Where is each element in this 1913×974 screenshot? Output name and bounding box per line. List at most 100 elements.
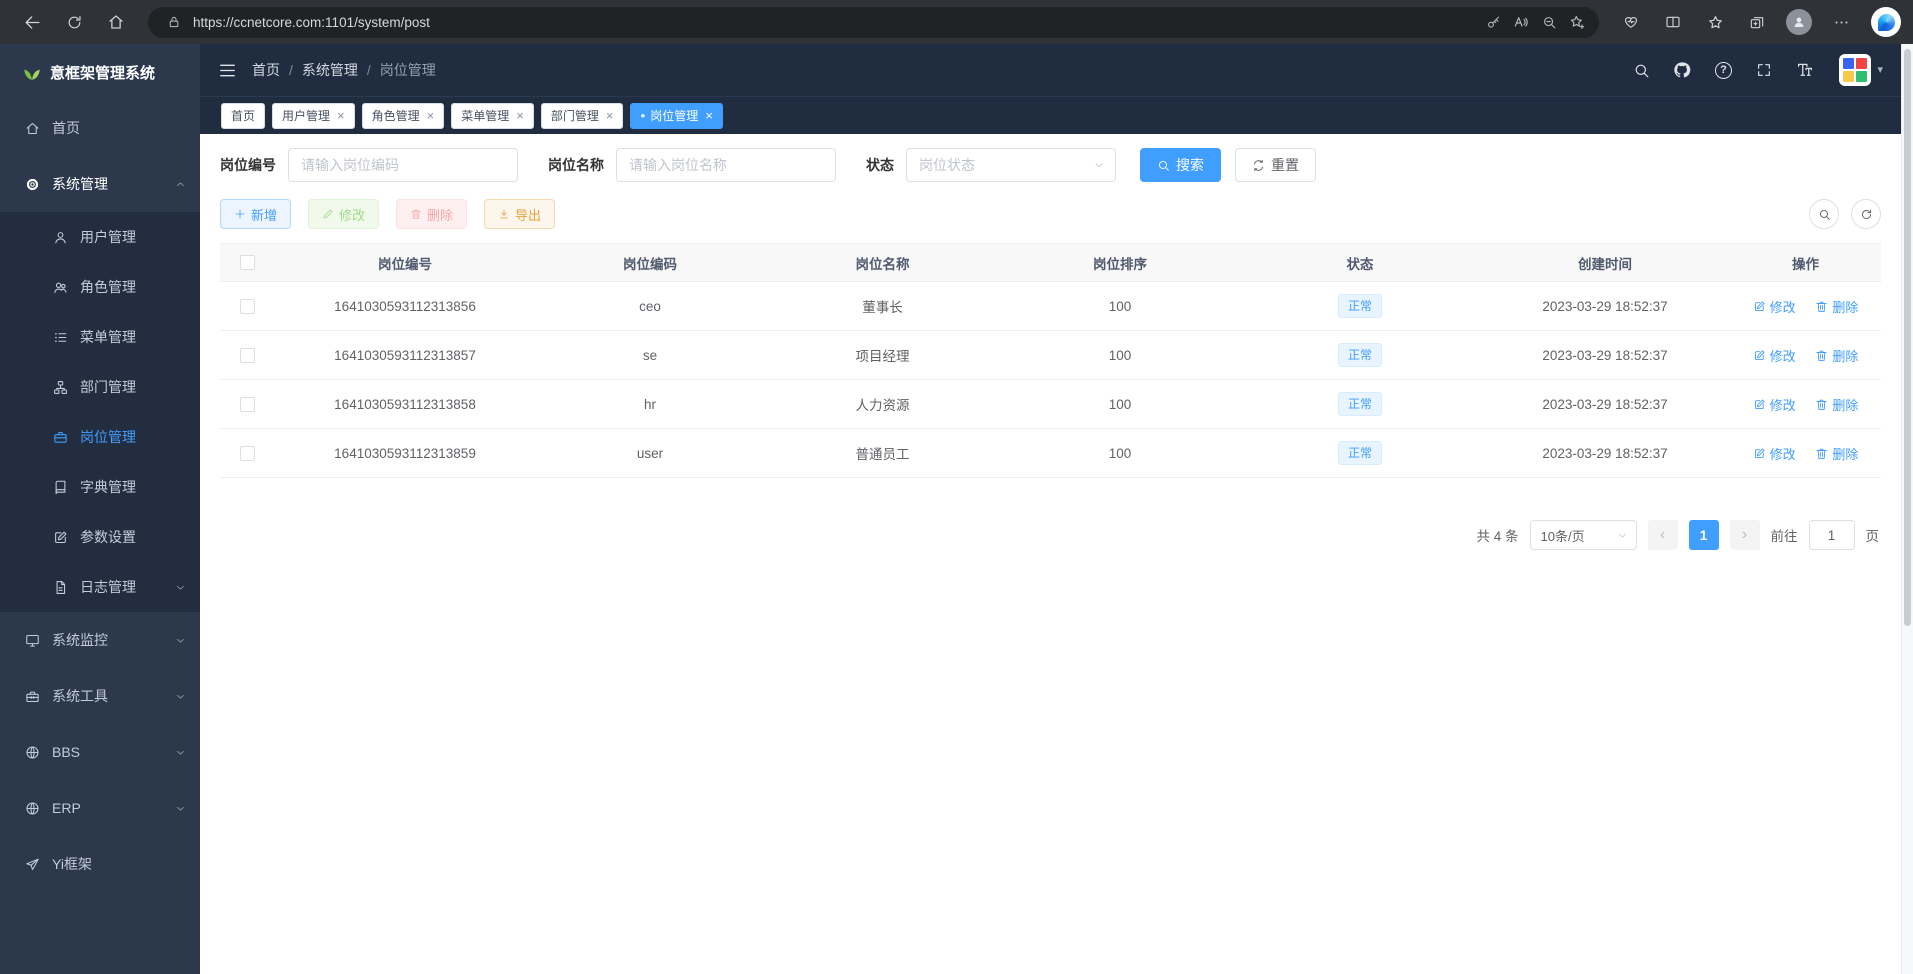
leaf-logo-icon — [24, 62, 40, 82]
status-select[interactable]: 岗位状态 — [906, 148, 1116, 182]
tab-menu-management[interactable]: 菜单管理× — [451, 103, 534, 129]
post-code-input[interactable] — [288, 148, 518, 182]
row-edit-link[interactable]: 修改 — [1753, 444, 1796, 463]
sidebar-item-user-management[interactable]: 用户管理 — [0, 212, 200, 262]
export-button[interactable]: 导出 — [484, 199, 555, 229]
tab-post-management[interactable]: ●岗位管理× — [630, 103, 722, 129]
post-name-input[interactable] — [616, 148, 836, 182]
edit-square-icon — [52, 530, 68, 545]
scrollbar-thumb[interactable] — [1904, 49, 1911, 626]
sidebar-item-menu-management[interactable]: 菜单管理 — [0, 312, 200, 362]
chevron-down-icon — [175, 691, 186, 702]
sidebar-item-system-management[interactable]: 系统管理 — [0, 156, 200, 212]
row-delete-link[interactable]: 删除 — [1815, 395, 1858, 414]
sidebar-item-home[interactable]: 首页 — [0, 100, 200, 156]
status-label: 状态 — [866, 155, 894, 175]
breadcrumb-separator: / — [367, 62, 371, 78]
add-button[interactable]: 新增 — [220, 199, 291, 229]
profile-avatar[interactable] — [1779, 4, 1819, 40]
delete-button[interactable]: 删除 — [396, 199, 467, 229]
col-post-code: 岗位编码 — [535, 244, 765, 282]
chevron-down-icon — [175, 803, 186, 814]
back-button[interactable] — [12, 4, 52, 40]
row-edit-link[interactable]: 修改 — [1753, 395, 1796, 414]
cell-name: 董事长 — [765, 282, 1000, 331]
cell-created: 2023-03-29 18:52:37 — [1480, 380, 1730, 429]
favorite-star-icon[interactable] — [1563, 9, 1591, 35]
table-row: 1641030593112313857 se 项目经理 100 正常 2023-… — [220, 331, 1881, 380]
more-icon[interactable] — [1821, 4, 1861, 40]
filter-form: 岗位编号 岗位名称 状态 岗位状态 搜索 — [220, 148, 1881, 182]
briefcase-icon — [52, 430, 68, 445]
collections-icon[interactable] — [1737, 4, 1777, 40]
tab-dept-management[interactable]: 部门管理× — [541, 103, 624, 129]
select-all-checkbox[interactable] — [240, 255, 255, 270]
toggle-search-button[interactable] — [1809, 199, 1839, 229]
fullscreen-icon[interactable] — [1753, 59, 1775, 81]
scrollbar[interactable] — [1901, 44, 1913, 974]
row-edit-link[interactable]: 修改 — [1753, 297, 1796, 316]
help-icon[interactable]: ? — [1712, 59, 1734, 81]
row-delete-link[interactable]: 删除 — [1815, 346, 1858, 365]
breadcrumb-system[interactable]: 系统管理 — [302, 60, 358, 80]
goto-unit: 页 — [1866, 525, 1880, 545]
sidebar-item-dict-management[interactable]: 字典管理 — [0, 462, 200, 512]
sidebar-item-param-settings[interactable]: 参数设置 — [0, 512, 200, 562]
goto-label: 前往 — [1771, 525, 1798, 545]
sidebar-item-bbs[interactable]: BBS — [0, 724, 200, 780]
prev-page-button[interactable]: ‹ — [1648, 520, 1678, 550]
address-bar[interactable]: https://ccnetcore.com:1101/system/post — [148, 7, 1599, 38]
refresh-button[interactable] — [54, 4, 94, 40]
split-screen-icon[interactable] — [1653, 4, 1693, 40]
row-checkbox[interactable] — [240, 348, 255, 363]
reset-button[interactable]: 重置 — [1235, 148, 1316, 182]
row-delete-link[interactable]: 删除 — [1815, 297, 1858, 316]
font-size-icon[interactable] — [1794, 59, 1816, 81]
status-badge: 正常 — [1338, 343, 1382, 367]
row-checkbox[interactable] — [240, 299, 255, 314]
row-checkbox[interactable] — [240, 397, 255, 412]
edit-button[interactable]: 修改 — [308, 199, 379, 229]
sidebar-item-system-tools[interactable]: 系统工具 — [0, 668, 200, 724]
goto-page-input[interactable] — [1809, 520, 1855, 550]
book-icon — [52, 480, 68, 495]
close-icon[interactable]: × — [705, 109, 713, 122]
tab-user-management[interactable]: 用户管理× — [272, 103, 355, 129]
url-text[interactable]: https://ccnetcore.com:1101/system/post — [193, 15, 1479, 30]
copilot-icon[interactable] — [1871, 7, 1901, 37]
sidebar-item-log-management[interactable]: 日志管理 — [0, 562, 200, 612]
close-icon[interactable]: × — [516, 109, 524, 122]
close-icon[interactable]: × — [427, 109, 435, 122]
row-edit-link[interactable]: 修改 — [1753, 346, 1796, 365]
sidebar-item-post-management[interactable]: 岗位管理 — [0, 412, 200, 462]
page-size-select[interactable]: 10条/页 — [1530, 520, 1637, 550]
next-page-button[interactable]: › — [1730, 520, 1760, 550]
sidebar-item-dept-management[interactable]: 部门管理 — [0, 362, 200, 412]
close-icon[interactable]: × — [337, 109, 345, 122]
github-icon[interactable] — [1671, 59, 1693, 81]
row-checkbox[interactable] — [240, 446, 255, 461]
sidebar-item-system-monitor[interactable]: 系统监控 — [0, 612, 200, 668]
tab-home[interactable]: 首页 — [221, 103, 265, 129]
row-delete-link[interactable]: 删除 — [1815, 444, 1858, 463]
read-aloud-icon[interactable] — [1507, 9, 1535, 35]
close-icon[interactable]: × — [606, 109, 614, 122]
tab-role-management[interactable]: 角色管理× — [362, 103, 445, 129]
refresh-table-button[interactable] — [1851, 199, 1881, 229]
favorites-icon[interactable] — [1695, 4, 1735, 40]
search-button[interactable]: 搜索 — [1140, 148, 1221, 182]
user-icon — [52, 230, 68, 245]
sidebar-item-role-management[interactable]: 角色管理 — [0, 262, 200, 312]
zoom-out-icon[interactable] — [1535, 9, 1563, 35]
password-key-icon[interactable] — [1479, 9, 1507, 35]
sidebar-item-erp[interactable]: ERP — [0, 780, 200, 836]
page-1-button[interactable]: 1 — [1689, 520, 1719, 550]
breadcrumb-home[interactable]: 首页 — [252, 60, 280, 80]
cell-sort: 100 — [1000, 331, 1240, 380]
sidebar-item-yi-framework[interactable]: Yi框架 — [0, 836, 200, 892]
search-icon[interactable] — [1630, 59, 1652, 81]
browser-essentials-icon[interactable] — [1611, 4, 1651, 40]
hamburger-icon[interactable] — [218, 61, 237, 80]
user-avatar[interactable]: ▾ — [1839, 54, 1883, 86]
home-button[interactable] — [96, 4, 136, 40]
